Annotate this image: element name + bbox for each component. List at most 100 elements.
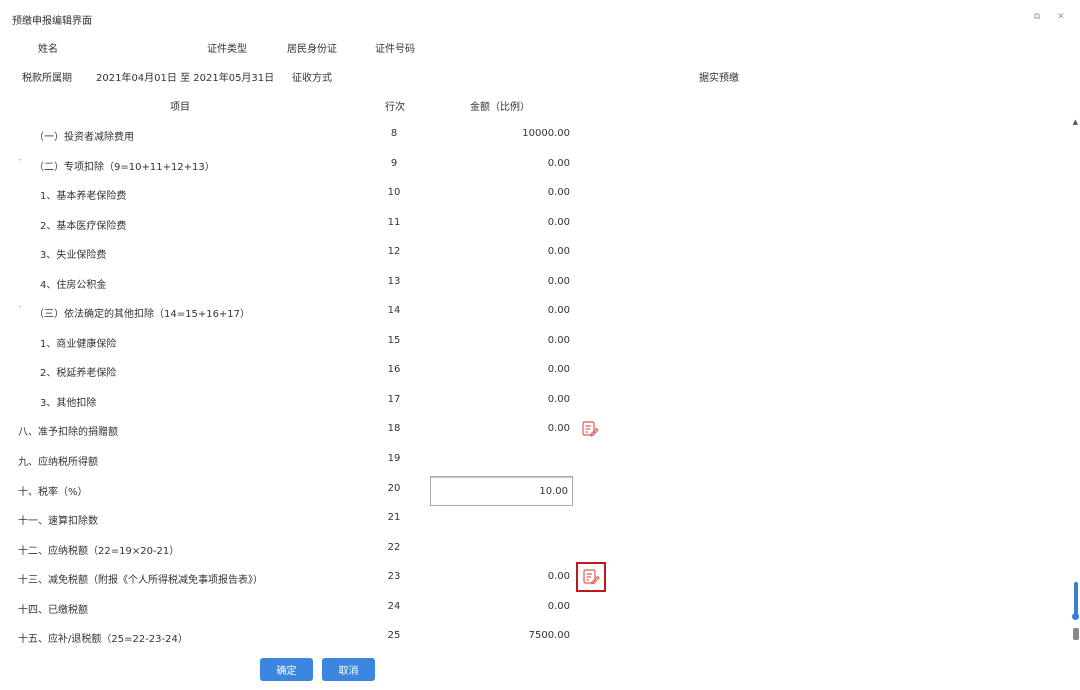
table-row: 1、商业健康保险 15 0.00 xyxy=(0,326,1070,356)
row-label: 十三、减免税额（附报《个人所得税减免事项报告表》） xyxy=(18,575,263,587)
period-value: 2021年04月01日 至 2021年05月31日 xyxy=(96,73,275,84)
row-amount: 0.00 xyxy=(547,246,570,258)
row-line-number: 12 xyxy=(387,246,401,258)
row-label: 1、商业健康保险 xyxy=(40,338,117,350)
table-row: 十二、应纳税额（22=19×20-21） 22 xyxy=(0,533,1070,563)
row-label: 2、基本医疗保险费 xyxy=(40,220,127,232)
row-line-number: 8 xyxy=(390,128,398,139)
row-amount: 0.00 xyxy=(547,187,570,199)
row-amount: 0.00 xyxy=(547,334,570,346)
row-label: （一）投资者减除费用 xyxy=(34,132,134,143)
column-header-item: 项目 xyxy=(170,102,190,113)
row-line-number: 18 xyxy=(387,423,401,435)
row-line-number: 13 xyxy=(387,275,401,287)
footer-actions: 确定 取消 xyxy=(0,658,1080,682)
period-label: 税款所属期 xyxy=(22,73,72,84)
id-type-value: 居民身份证 xyxy=(287,44,337,55)
row-line-number: 15 xyxy=(387,334,401,346)
table-row: 3、其他扣除 17 0.00 xyxy=(0,385,1070,415)
table-row: 十、税率（%） 20 10.00 xyxy=(0,474,1070,506)
table-row: 十一、速算扣除数 21 xyxy=(0,503,1070,533)
row-amount: 0.00 xyxy=(547,157,570,169)
row-line-number: 19 xyxy=(387,453,401,465)
row-label: 十二、应纳税额（22=19×20-21） xyxy=(18,545,180,557)
row-label: （二）专项扣除（9=10+11+12+13） xyxy=(34,161,215,173)
collapse-icon[interactable]: - xyxy=(18,155,21,165)
row-line-number: 17 xyxy=(387,393,401,405)
row-amount: 0.00 xyxy=(547,364,570,376)
row-label: 2、税延养老保险 xyxy=(40,368,117,380)
table-row: 八、准予扣除的捐赠额 18 0.00 xyxy=(0,414,1070,444)
vertical-scrollbar[interactable]: ▲ xyxy=(1068,118,1080,648)
column-header-line: 行次 xyxy=(385,102,405,113)
restore-icon[interactable]: ⧉ xyxy=(1030,10,1044,24)
collection-value: 据实预缴 xyxy=(699,73,739,84)
row-amount: 0.00 xyxy=(547,393,570,405)
row-label: 4、住房公积金 xyxy=(40,279,107,291)
row-line-number: 20 xyxy=(387,482,401,494)
taxpayer-info-row: 姓名 证件类型 居民身份证 证件号码 xyxy=(0,40,1080,60)
collection-label: 征收方式 xyxy=(292,73,332,84)
row-label: 十四、已缴税额 xyxy=(18,604,88,616)
close-icon[interactable]: ✕ xyxy=(1054,10,1068,24)
row-line-number: 25 xyxy=(387,630,401,642)
row-line-number: 22 xyxy=(387,541,401,553)
table-row: （一）投资者减除费用 8 10000.00 xyxy=(0,119,1070,149)
row-label: 3、失业保险费 xyxy=(40,250,107,262)
row-amount: 0.00 xyxy=(547,423,570,435)
scroll-up-icon[interactable]: ▲ xyxy=(1073,118,1078,126)
confirm-button[interactable]: 确定 xyxy=(260,658,313,681)
cancel-button[interactable]: 取消 xyxy=(322,658,375,681)
row-amount: 0.00 xyxy=(547,305,570,317)
row-line-number: 23 xyxy=(387,571,401,583)
row-label: 十、税率（%） xyxy=(18,486,88,498)
id-type-label: 证件类型 xyxy=(207,44,247,55)
row-amount: 0.00 xyxy=(547,216,570,228)
edit-icon[interactable] xyxy=(579,418,601,440)
window-controls: ⧉ ✕ xyxy=(1030,10,1068,24)
row-line-number: 16 xyxy=(387,364,401,376)
row-label: 八、准予扣除的捐赠额 xyxy=(18,427,118,439)
title-bar: 预缴申报编辑界面 ⧉ ✕ xyxy=(0,0,1080,34)
row-label: 1、基本养老保险费 xyxy=(40,191,127,203)
collapse-icon[interactable]: - xyxy=(18,302,21,312)
table-row: 2、基本医疗保险费 11 0.00 xyxy=(0,208,1070,238)
row-amount: 7500.00 xyxy=(528,630,570,642)
row-amount: 0.00 xyxy=(547,275,570,287)
row-label: （三）依法确定的其他扣除（14=15+16+17） xyxy=(34,309,251,321)
table-header: 项目 行次 金额（比例） xyxy=(0,98,1080,114)
table-row: 十四、已缴税额 24 0.00 xyxy=(0,592,1070,622)
table-row: 十三、减免税额（附报《个人所得税减免事项报告表》） 23 0.00 xyxy=(0,562,1070,593)
tax-rate-input[interactable]: 10.00 xyxy=(430,475,573,506)
row-label: 九、应纳税所得额 xyxy=(18,457,98,469)
id-number-label: 证件号码 xyxy=(375,44,415,55)
row-line-number: 9 xyxy=(390,157,398,169)
row-line-number: 10 xyxy=(387,187,401,199)
edit-icon[interactable] xyxy=(576,562,606,593)
table-row: - （三）依法确定的其他扣除（14=15+16+17） 14 0.00 xyxy=(0,296,1070,326)
table-row: 4、住房公积金 13 0.00 xyxy=(0,267,1070,297)
tax-table: （一）投资者减除费用 8 10000.00 - （二）专项扣除（9=10+11+12+1… xyxy=(0,119,1070,651)
window-title: 预缴申报编辑界面 xyxy=(12,16,92,27)
row-amount: 10000.00 xyxy=(522,128,570,139)
row-line-number: 11 xyxy=(387,216,401,228)
row-label: 十五、应补/退税额（25=22-23-24） xyxy=(18,634,188,646)
tax-rate-value: 10.00 xyxy=(539,485,568,497)
row-line-number: 21 xyxy=(387,512,401,524)
scroll-handle[interactable] xyxy=(1072,613,1079,620)
row-label: 十一、速算扣除数 xyxy=(18,516,98,528)
table-row: 2、税延养老保险 16 0.00 xyxy=(0,355,1070,385)
row-label: 3、其他扣除 xyxy=(40,397,97,409)
row-amount: 0.00 xyxy=(547,571,570,583)
table-row: 十五、应补/退税额（25=22-23-24） 25 7500.00 xyxy=(0,621,1070,651)
column-header-amount: 金额（比例） xyxy=(470,102,530,113)
period-info-row: 税款所属期 2021年04月01日 至 2021年05月31日 征收方式 据实预… xyxy=(0,69,1080,89)
scroll-grip[interactable] xyxy=(1073,628,1079,640)
table-row: 九、应纳税所得额 19 xyxy=(0,444,1070,474)
name-label: 姓名 xyxy=(38,44,58,55)
table-row: - （二）专项扣除（9=10+11+12+13） 9 0.00 xyxy=(0,149,1070,179)
table-row: 1、基本养老保险费 10 0.00 xyxy=(0,178,1070,208)
row-amount: 0.00 xyxy=(547,600,570,612)
table-row: 3、失业保险费 12 0.00 xyxy=(0,237,1070,267)
row-line-number: 14 xyxy=(387,305,401,317)
